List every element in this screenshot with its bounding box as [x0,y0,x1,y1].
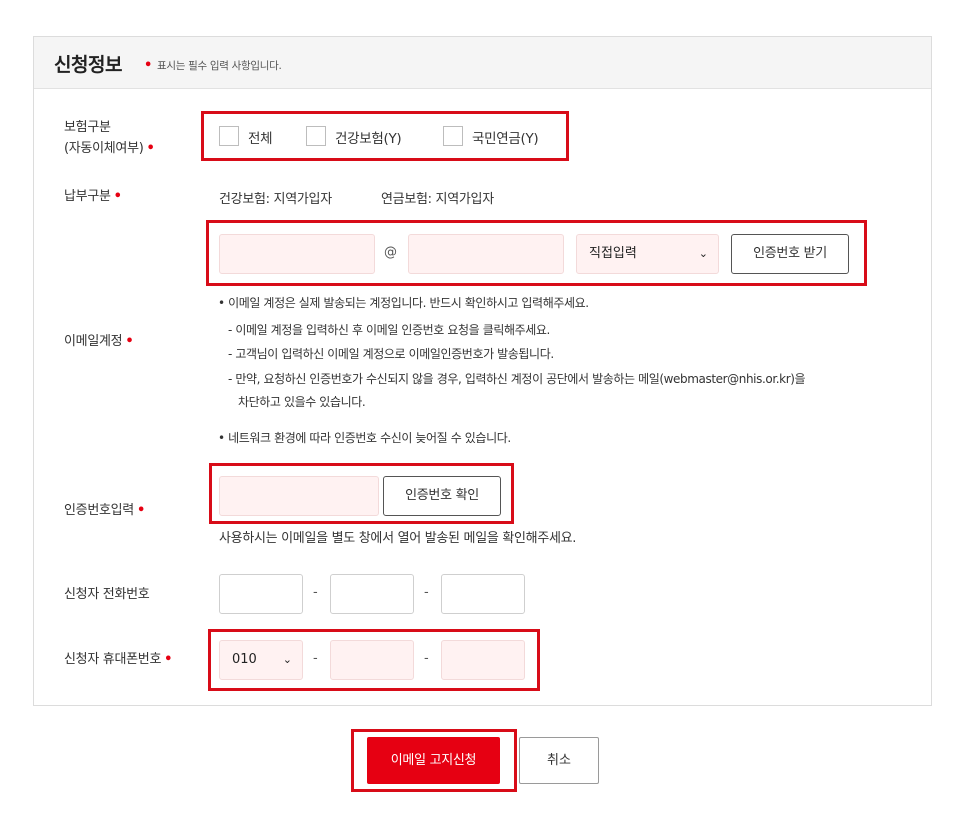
required-note-text: 표시는 필수 입력 사항입니다. [157,60,282,72]
email-local-input[interactable] [219,234,375,274]
required-mark: • [164,652,173,667]
section-title: 신청정보 [54,54,122,76]
email-domain-input[interactable] [408,234,564,274]
phone-part3-input[interactable] [441,574,525,614]
phone-part1-input[interactable] [219,574,303,614]
cancel-button[interactable]: 취소 [519,737,599,784]
chevron-down-icon: ⌄ [282,653,292,666]
email-guide-line1: • 이메일 계정은 실제 발송되는 계정입니다. 반드시 확인하시고 입력해주세… [218,296,589,310]
email-domain-select[interactable]: 직접입력 ⌄ [576,234,719,274]
mobile-dash-1: - [313,651,318,666]
required-mark: • [125,334,134,349]
auth-code-help: 사용하시는 이메일을 별도 창에서 열어 발송된 메일을 확인해주세요. [219,531,577,546]
payment-pension-text: 연금보험: 지역가입자 [381,192,494,207]
mobile-part2-input[interactable] [330,640,414,680]
email-at-sign: @ [384,245,397,260]
request-code-button[interactable]: 인증번호 받기 [731,234,849,274]
email-guide-line4: - 만약, 요청하신 인증번호가 수신되지 않을 경우, 입력하신 계정이 공단… [228,372,806,386]
required-mark: • [113,189,122,204]
mobile-dash-2: - [424,651,429,666]
required-mark: • [136,503,145,518]
payment-health-text: 건강보험: 지역가입자 [219,192,332,207]
mobile-part3-input[interactable] [441,640,525,680]
checkbox-all[interactable] [219,126,239,146]
email-guide-line2: - 이메일 계정을 입력하신 후 이메일 인증번호 요청을 클릭해주세요. [228,323,550,337]
insurance-type-label-line1: 보험구분 [64,120,111,135]
chevron-down-icon: ⌄ [698,247,708,260]
phone-dash-2: - [424,585,429,600]
email-guide-line5: 차단하고 있을수 있습니다. [238,395,366,409]
confirm-code-button[interactable]: 인증번호 확인 [383,476,501,516]
required-mark: • [146,141,155,156]
checkbox-health[interactable] [306,126,326,146]
mobile-prefix-select[interactable]: 010 ⌄ [219,640,303,680]
auth-code-input[interactable] [219,476,379,516]
required-dot: • [144,58,153,73]
panel-header: 신청정보 • 표시는 필수 입력 사항입니다. [34,37,931,89]
payment-type-label: 납부구분 • [64,189,122,204]
checkbox-pension-label[interactable]: 국민연금(Y) [472,127,539,147]
checkbox-health-label[interactable]: 건강보험(Y) [335,127,402,147]
phone-dash-1: - [313,585,318,600]
insurance-type-label: 보험구분 (자동이체여부) • [64,117,155,159]
checkbox-pension[interactable] [443,126,463,146]
email-guide-line3: - 고객님이 입력하신 이메일 계정으로 이메일인증번호가 발송됩니다. [228,347,554,361]
phone-label: 신청자 전화번호 [64,587,150,602]
mobile-label: 신청자 휴대폰번호 • [64,652,173,667]
phone-part2-input[interactable] [330,574,414,614]
required-note: • 표시는 필수 입력 사항입니다. [144,58,282,73]
auth-code-label: 인증번호입력 • [64,503,145,518]
email-notice-submit-button[interactable]: 이메일 고지신청 [367,737,500,784]
email-guide-line6: • 네트워크 환경에 따라 인증번호 수신이 늦어질 수 있습니다. [218,431,511,445]
checkbox-all-label[interactable]: 전체 [248,127,273,147]
insurance-type-label-line2: (자동이체여부) • [64,141,155,156]
email-label: 이메일계정 • [64,334,134,349]
